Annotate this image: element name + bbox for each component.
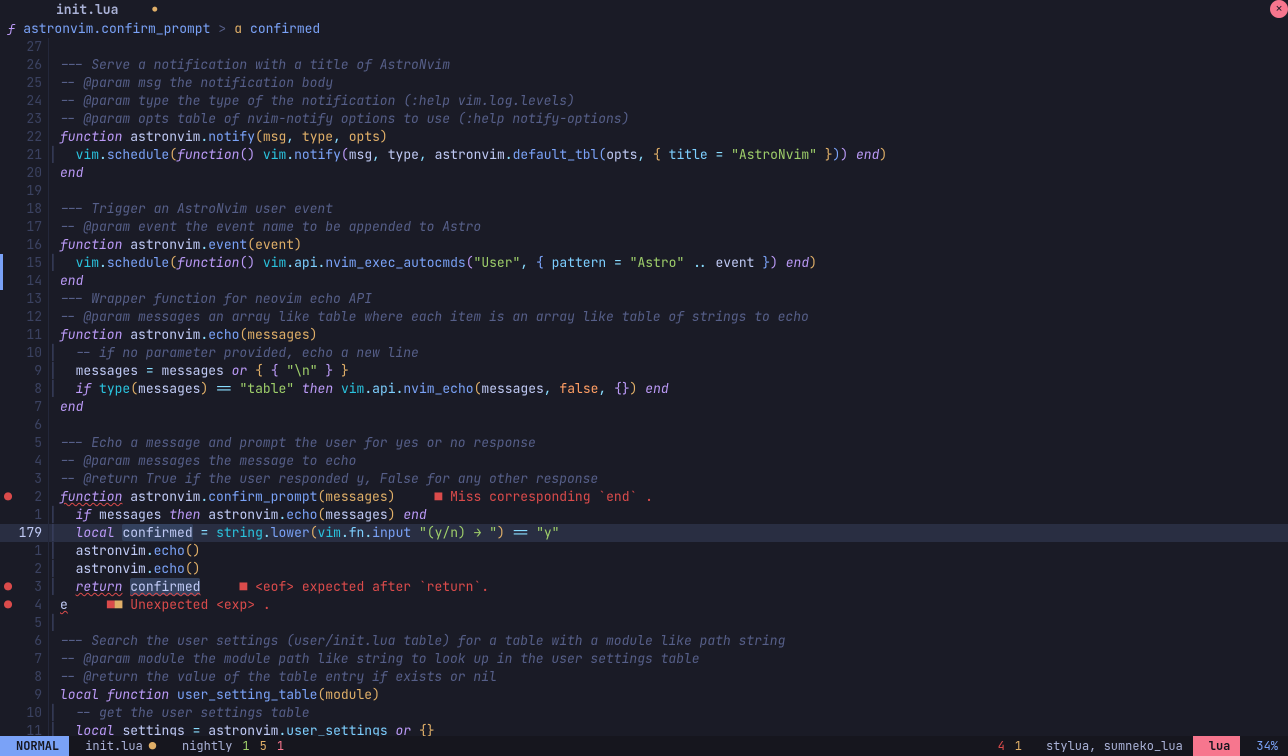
breadcrumb-path[interactable]: astronvim.confirm_prompt bbox=[23, 20, 210, 38]
breadcrumb-var-icon: α bbox=[234, 20, 242, 38]
editor-area[interactable]: 27 26--- Serve a notification with a tit… bbox=[0, 38, 1288, 736]
close-icon[interactable]: ✕ bbox=[1270, 0, 1288, 18]
breadcrumb-field[interactable]: confirmed bbox=[250, 20, 320, 38]
statusline-lsp: stylua, sumneko_lua bbox=[1030, 737, 1193, 755]
function-icon: ƒ bbox=[8, 20, 15, 38]
diagnostic-inline: Unexpected <exp> . bbox=[130, 596, 270, 613]
breadcrumb: ƒ astronvim.confirm_prompt > α confirmed bbox=[0, 20, 1288, 38]
statusline-percent: 34% bbox=[1240, 736, 1288, 756]
diagnostic-error-sign: ● bbox=[0, 488, 16, 506]
diagnostic-inline: Miss corresponding `end` . bbox=[450, 488, 653, 505]
statusline-filetype: lua bbox=[1193, 736, 1241, 756]
cursor-line[interactable]: 179│ local confirmed = string.lower(vim.… bbox=[0, 524, 1288, 542]
diagnostic-error-sign: ● bbox=[0, 578, 16, 596]
statusline-diagnostics: 4 1 bbox=[990, 737, 1030, 755]
statusline: NORMAL init.lua ● nightly 1 5 1 4 1 styl… bbox=[0, 736, 1288, 756]
modified-icon: ● bbox=[149, 737, 156, 755]
tab-bar: init.lua ● ✕ bbox=[0, 0, 1288, 20]
mode-indicator: NORMAL bbox=[0, 736, 69, 756]
breadcrumb-sep: > bbox=[218, 20, 226, 38]
diagnostic-inline: <eof> expected after `return`. bbox=[255, 578, 489, 595]
statusline-file: init.lua ● bbox=[69, 737, 166, 755]
statusline-git: nightly 1 5 1 bbox=[166, 737, 294, 755]
tab-modified-indicator: ● bbox=[152, 1, 157, 19]
tab-filename: init.lua bbox=[56, 1, 118, 19]
tab-active[interactable]: init.lua ● bbox=[40, 1, 167, 19]
diagnostic-error-sign: ● bbox=[0, 596, 16, 614]
